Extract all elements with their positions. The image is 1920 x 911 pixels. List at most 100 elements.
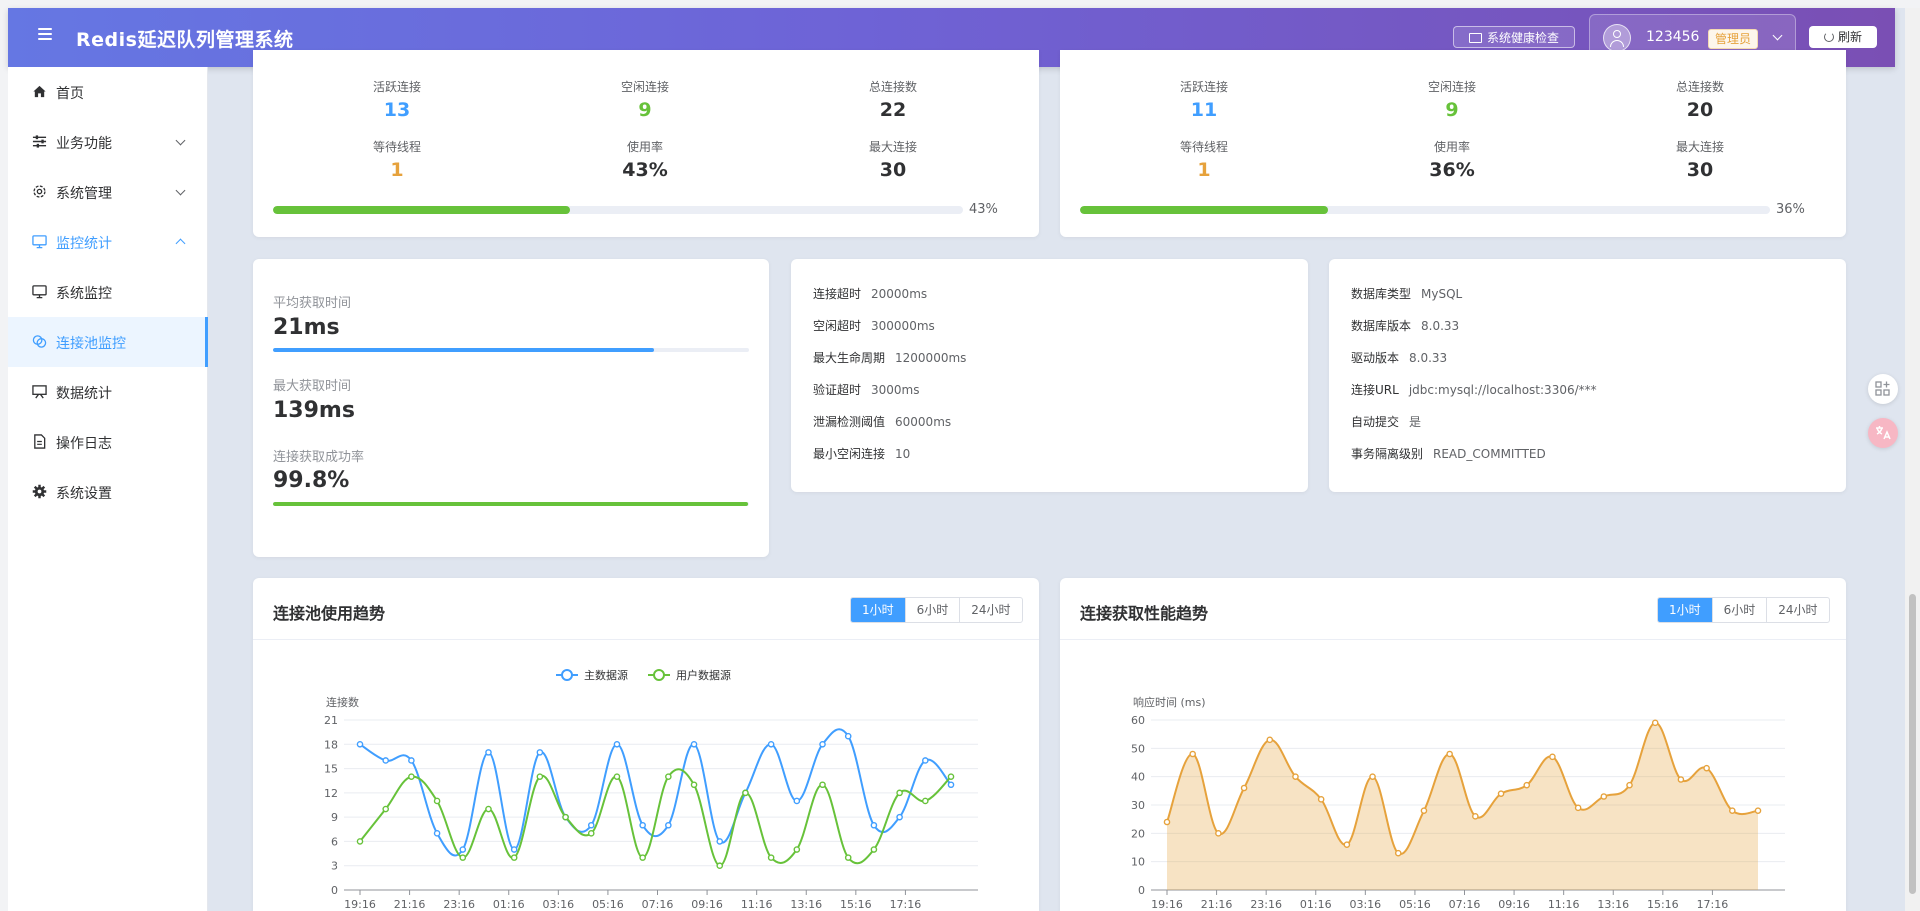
config-key: 空闲超时 — [813, 319, 862, 333]
data-point — [382, 757, 389, 764]
chevron-down-icon — [175, 185, 186, 196]
avg-acquire-time-label: 平均获取时间 — [273, 296, 352, 311]
page-scrollbar[interactable] — [1905, 8, 1920, 911]
sidebar-item-data-statistics[interactable]: 数据统计 — [8, 367, 207, 417]
pool-usage-trend-card: 连接池使用趋势 1小时 6小时 24小时 0 3 6 9 12 15 18 21 连接数 19:1… — [253, 578, 1039, 911]
sidebar-item-label: 首页 — [56, 86, 84, 102]
stat-value: 30 — [1686, 159, 1714, 181]
range-1h-button[interactable]: 1小时 — [851, 598, 905, 622]
chevron-down-icon — [1772, 30, 1783, 41]
data-point — [536, 773, 544, 780]
time-range-selector[interactable]: 1小时 6小时 24小时 — [1657, 597, 1830, 623]
range-1h-button[interactable]: 1小时 — [1658, 598, 1712, 622]
sidebar-item-home[interactable]: 首页 — [8, 67, 207, 117]
y-tick-label: 15 — [324, 763, 338, 776]
max-acquire-time-label: 最大获取时间 — [273, 379, 352, 394]
data-point — [639, 821, 646, 829]
x-tick-label: 07:16 — [1449, 898, 1481, 908]
data-point — [896, 789, 903, 797]
app-title: Redis延迟队列管理系统 — [76, 29, 294, 51]
config-key: 验证超时 — [813, 383, 862, 397]
data-point — [1240, 784, 1248, 792]
refresh-button[interactable]: 刷新 — [1809, 26, 1877, 48]
max-acquire-time-value: 139ms — [273, 398, 355, 423]
data-point — [613, 773, 621, 780]
scrollbar-thumb[interactable] — [1909, 594, 1916, 894]
stat-max-connections: 最大连接 30 — [1620, 138, 1780, 181]
system-health-check-button[interactable]: 系统健康检查 — [1453, 26, 1575, 48]
sidebar-item-connection-pool[interactable]: 连接池监控 — [8, 317, 208, 367]
usage-progress-bar — [1080, 206, 1770, 214]
avg-acquire-time-fill — [273, 348, 654, 352]
sidebar-item-operation-log[interactable]: 操作日志 — [8, 417, 207, 467]
sidebar-item-label: 业务功能 — [56, 136, 112, 152]
stat-label: 总连接数 — [868, 80, 917, 94]
gear-icon — [33, 185, 46, 198]
stat-active-connections: 活跃连接 13 — [317, 78, 477, 121]
stat-waiting-threads: 等待线程 1 — [317, 138, 477, 181]
sidebar-item-system-monitor[interactable]: 系统监控 — [8, 267, 207, 317]
grid-add-icon — [1875, 381, 1890, 396]
data-point — [819, 740, 826, 748]
y-tick-label: 9 — [331, 811, 338, 824]
stat-label: 最大连接 — [1675, 140, 1724, 154]
floating-tool-button[interactable] — [1868, 374, 1898, 404]
stat-value: 9 — [638, 99, 652, 121]
stat-total-connections: 总连接数 22 — [813, 78, 973, 121]
x-tick-label: 05:16 — [1399, 898, 1431, 908]
range-6h-button[interactable]: 6小时 — [1711, 598, 1767, 622]
x-tick-label: 03:16 — [542, 898, 574, 908]
range-6h-button[interactable]: 6小时 — [904, 598, 960, 622]
sidebar-item-label: 操作日志 — [56, 436, 112, 452]
config-key: 泄漏检测阈值 — [813, 415, 886, 429]
time-range-selector[interactable]: 1小时 6小时 24小时 — [850, 597, 1023, 623]
refresh-label: 刷新 — [1837, 30, 1862, 44]
menu-toggle-icon[interactable] — [38, 28, 52, 40]
range-24h-button[interactable]: 24小时 — [1766, 598, 1828, 622]
data-point — [485, 805, 492, 813]
board-icon — [32, 385, 47, 399]
x-tick-label: 07:16 — [642, 898, 674, 908]
stat-value: 36% — [1429, 159, 1475, 181]
db-info-key: 数据库版本 — [1351, 319, 1412, 333]
success-rate-bar — [273, 502, 749, 506]
monitor-icon — [1468, 33, 1482, 43]
data-point — [510, 854, 518, 861]
y-tick-label: 50 — [1131, 742, 1145, 755]
usage-progress-text: 36% — [1776, 202, 1805, 217]
config-key: 最大生命周期 — [813, 351, 886, 365]
x-tick-label: 01:16 — [493, 898, 525, 908]
data-point — [536, 749, 544, 756]
y-tick-label: 20 — [1131, 827, 1145, 840]
db-info-key: 自动提交 — [1351, 415, 1400, 429]
stat-label: 活跃连接 — [1179, 80, 1228, 94]
stat-value: 13 — [383, 99, 411, 121]
data-point — [1729, 807, 1736, 814]
stat-usage-rate: 使用率 43% — [565, 138, 725, 181]
floating-translate-button[interactable] — [1868, 418, 1898, 448]
x-tick-label: 19:16 — [1151, 898, 1183, 908]
data-point — [1292, 773, 1299, 780]
sidebar-item-monitoring[interactable]: 监控统计 — [8, 217, 207, 267]
success-rate-value: 99.8% — [273, 468, 350, 493]
avg-acquire-time-bar — [273, 348, 749, 352]
home-icon — [33, 85, 46, 98]
y-tick-label: 18 — [324, 738, 338, 751]
sidebar-item-system-settings[interactable]: 系统设置 — [8, 467, 207, 517]
stat-max-connections: 最大连接 30 — [813, 138, 973, 181]
legend-marker — [653, 669, 665, 681]
sidebar-item-business[interactable]: 业务功能 — [8, 117, 207, 167]
data-point — [587, 830, 595, 837]
data-point — [870, 846, 878, 853]
config-row: 验证超时 3000ms — [813, 381, 920, 398]
range-24h-button[interactable]: 24小时 — [959, 598, 1021, 622]
stat-label: 总连接数 — [1675, 80, 1724, 94]
usage-progress-bar — [273, 206, 963, 214]
stat-value: 30 — [879, 159, 907, 181]
sidebar-item-system-management[interactable]: 系统管理 — [8, 167, 207, 217]
data-point — [356, 838, 364, 845]
x-tick-label: 11:16 — [1548, 898, 1580, 908]
data-point — [742, 789, 749, 797]
sidebar-item-label: 监控统计 — [56, 236, 112, 252]
stat-label: 等待线程 — [1179, 140, 1228, 154]
